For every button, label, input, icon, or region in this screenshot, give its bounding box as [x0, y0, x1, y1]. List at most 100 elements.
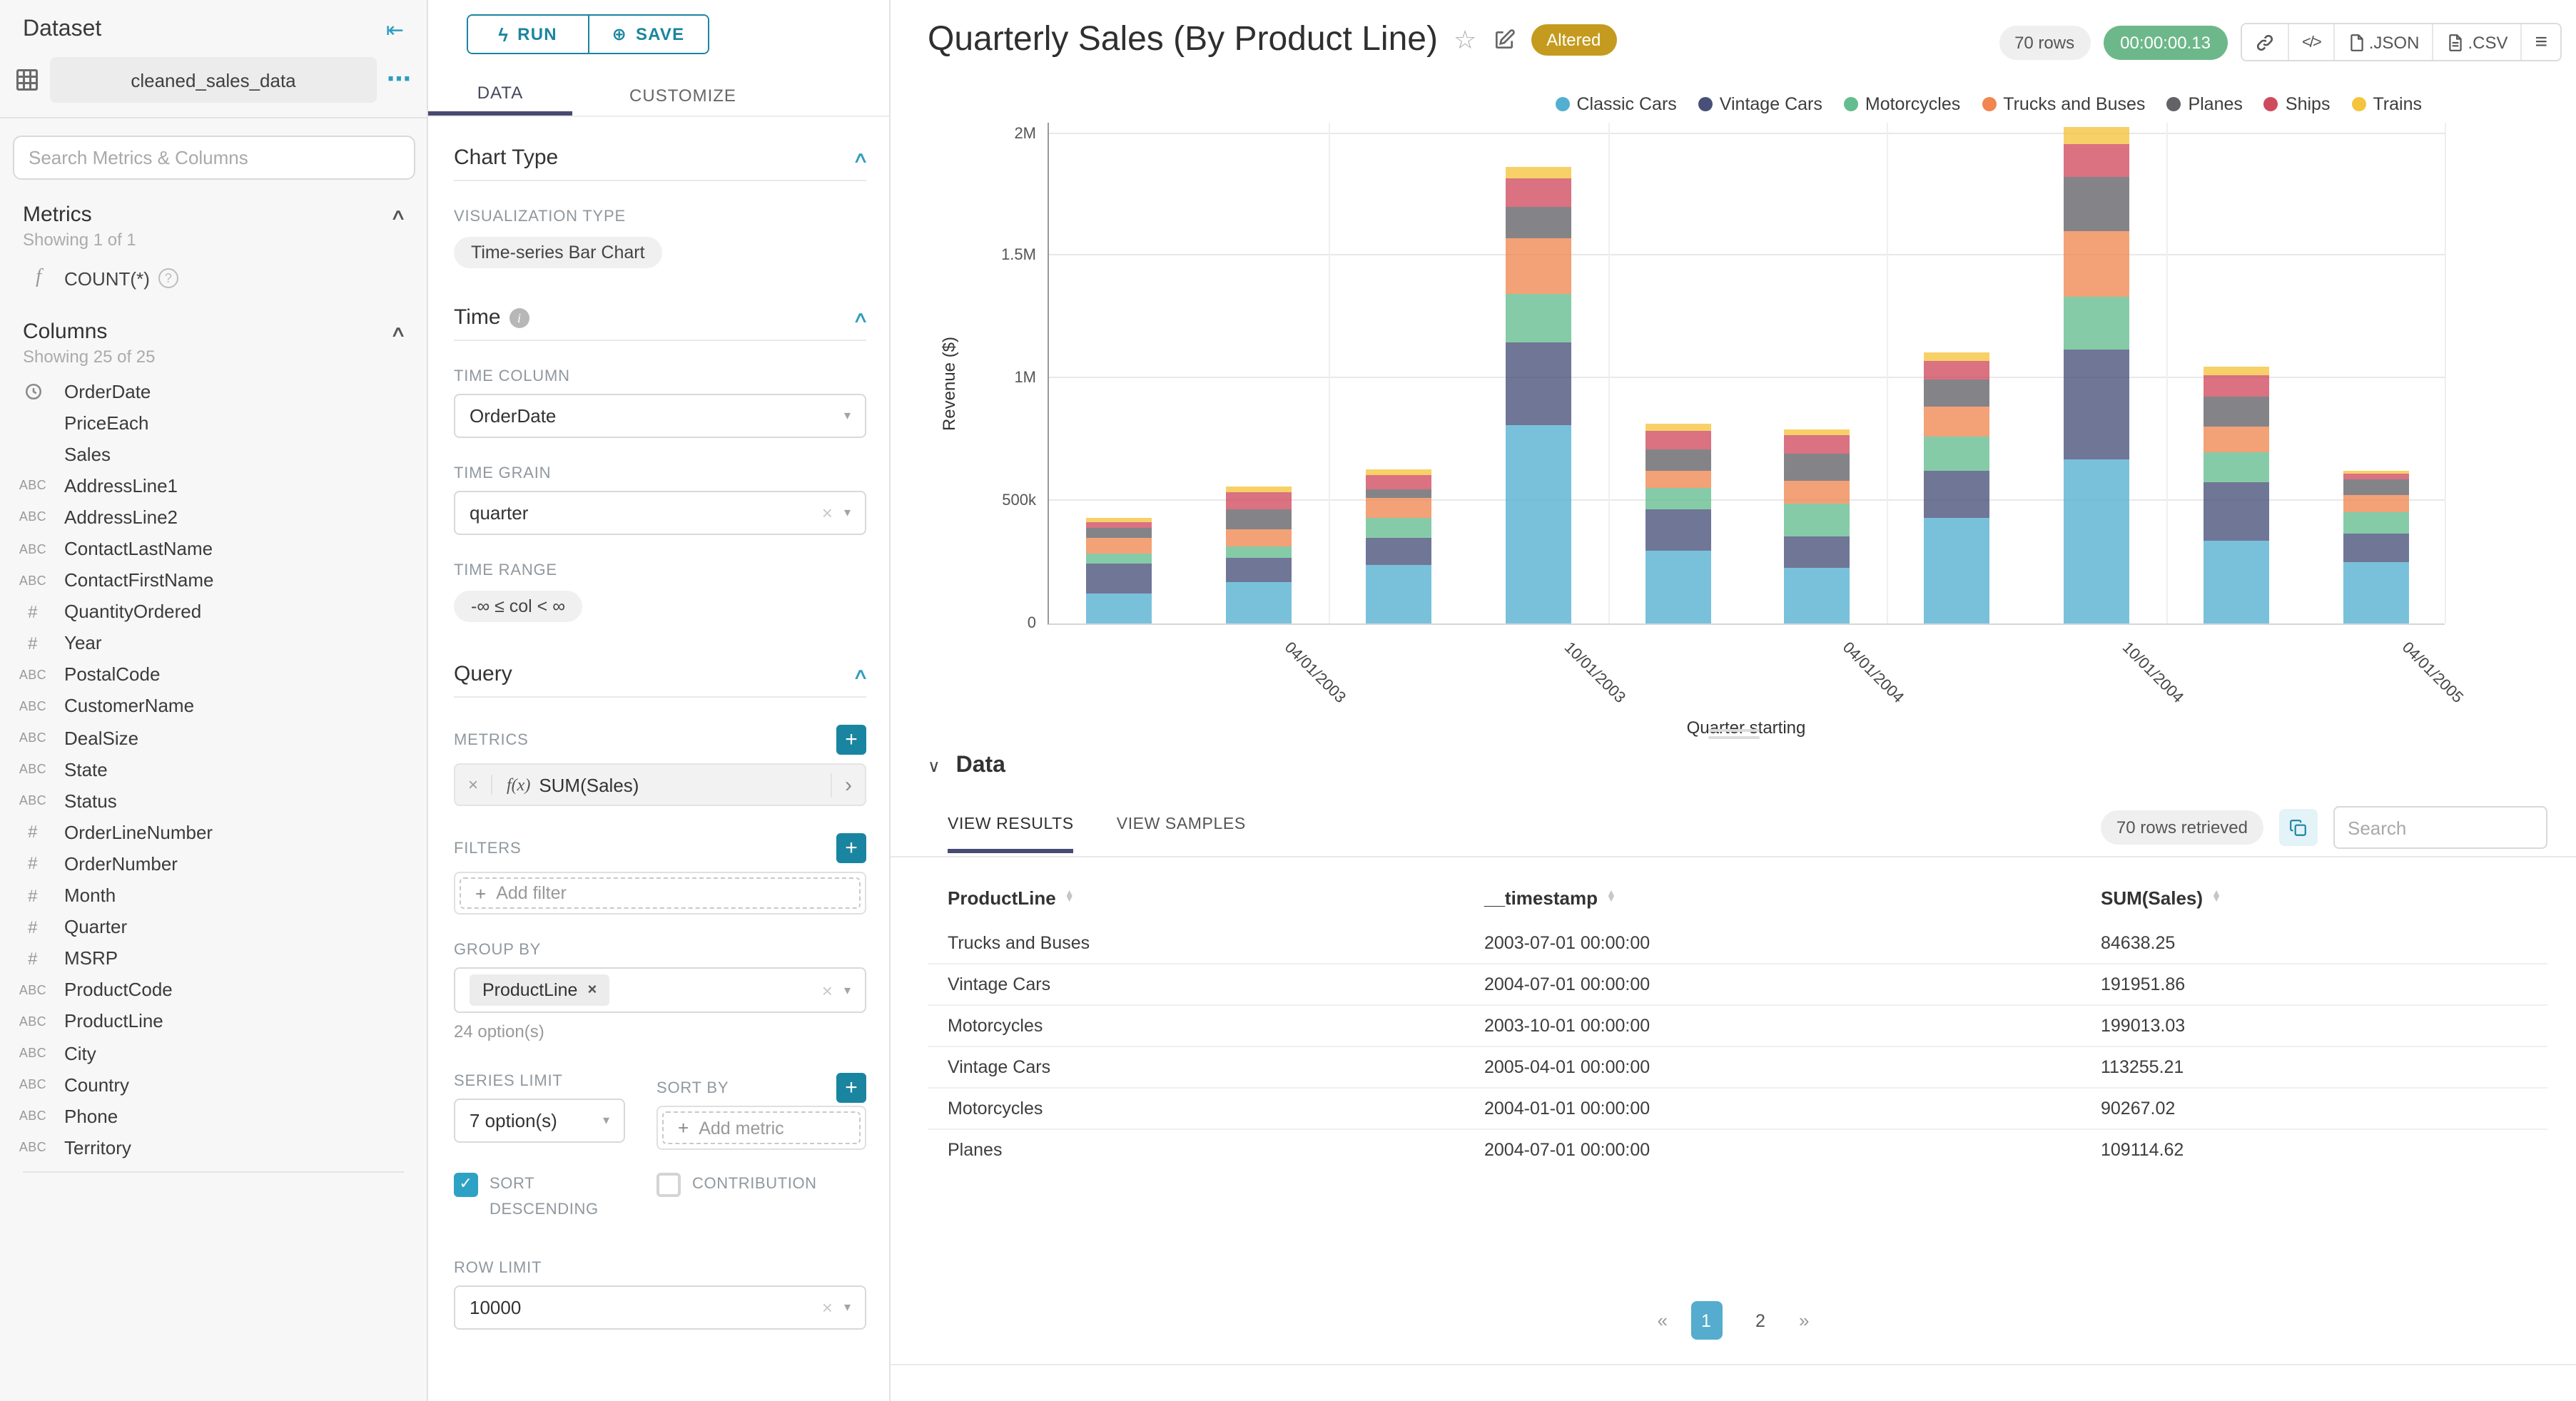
bar-stack[interactable]	[1645, 121, 1711, 623]
bar-stack[interactable]	[1784, 121, 1850, 623]
column-item[interactable]: ABC ProductCode	[0, 974, 427, 1006]
bar-segment[interactable]	[1645, 509, 1711, 551]
chart-title[interactable]: Quarterly Sales (By Product Line)	[928, 20, 1438, 60]
bar-segment[interactable]	[1505, 238, 1571, 294]
bar-segment[interactable]	[1505, 342, 1571, 426]
metric-chip[interactable]: × f(x) SUM(Sales) ›	[454, 763, 866, 806]
column-item[interactable]: PriceEach	[0, 407, 427, 438]
column-item[interactable]: OrderDate	[0, 375, 427, 407]
bar-segment[interactable]	[2343, 511, 2410, 534]
column-item[interactable]: # MSRP	[0, 942, 427, 974]
bar-segment[interactable]	[1645, 487, 1711, 510]
bar-segment[interactable]	[1225, 558, 1292, 583]
bar-segment[interactable]	[2064, 459, 2130, 623]
add-filter-button[interactable]: +	[836, 833, 866, 863]
bar-segment[interactable]	[1365, 469, 1431, 475]
bar-segment[interactable]	[1365, 537, 1431, 566]
viz-type-value[interactable]: Time-series Bar Chart	[454, 237, 662, 268]
bar-segment[interactable]	[2064, 231, 2130, 297]
bar-segment[interactable]	[1085, 521, 1152, 529]
sort-descending-option[interactable]: ✓ SORT DESCENDING	[454, 1173, 625, 1223]
column-item[interactable]: ABC Phone	[0, 1100, 427, 1131]
table-row[interactable]: Vintage Cars 2005-04-01 00:00:00 113255.21	[928, 1046, 2547, 1087]
table-row[interactable]: Trucks and Buses 2003-07-01 00:00:00 84638…	[928, 922, 2547, 963]
column-item[interactable]: # QuantityOrdered	[0, 596, 427, 627]
data-panel-header[interactable]: ∨ Data	[928, 753, 1005, 779]
column-item[interactable]: # Year	[0, 628, 427, 659]
bar-segment[interactable]	[1505, 207, 1571, 239]
add-filter-dropzone[interactable]: + Add filter	[460, 877, 861, 909]
bar-segment[interactable]	[1085, 593, 1152, 623]
bar-segment[interactable]	[2343, 470, 2410, 474]
remove-metric-icon[interactable]: ×	[455, 775, 492, 795]
bar-segment[interactable]	[1505, 178, 1571, 208]
table-row[interactable]: Vintage Cars 2004-07-01 00:00:00 191951.86	[928, 963, 2547, 1004]
bar-segment[interactable]	[1924, 379, 1990, 407]
run-button[interactable]: ϟ RUN	[468, 16, 589, 53]
bar-segment[interactable]	[2204, 397, 2270, 427]
bar-stack[interactable]	[1085, 121, 1152, 623]
pagination-prev[interactable]: «	[1658, 1310, 1668, 1331]
pagination-page-1[interactable]: 1	[1690, 1301, 1722, 1340]
column-header[interactable]: ProductLine ▲ ▼	[948, 887, 1484, 908]
bar-segment[interactable]	[2064, 177, 2130, 232]
add-metric-button[interactable]: +	[836, 725, 866, 755]
bar-segment[interactable]	[2204, 427, 2270, 452]
embed-code-button[interactable]: </>	[2288, 24, 2335, 60]
table-row[interactable]: Motorcycles 2003-10-01 00:00:00 199013.03	[928, 1004, 2547, 1046]
bar-segment[interactable]	[1645, 550, 1711, 623]
column-item[interactable]: ABC City	[0, 1037, 427, 1069]
column-item[interactable]: ABC PostalCode	[0, 659, 427, 691]
bar-segment[interactable]	[1085, 554, 1152, 564]
tab-view-results[interactable]: VIEW RESULTS	[948, 816, 1074, 853]
altered-badge[interactable]: Altered	[1531, 24, 1617, 56]
clear-icon[interactable]: ×	[822, 502, 833, 524]
bar-segment[interactable]	[1784, 435, 1850, 454]
column-item[interactable]: ABC ProductLine	[0, 1006, 427, 1037]
column-item[interactable]: # Month	[0, 880, 427, 911]
tab-view-samples[interactable]: VIEW SAMPLES	[1117, 816, 1246, 853]
bar-segment[interactable]	[2064, 296, 2130, 350]
clear-icon[interactable]: ×	[822, 1297, 833, 1318]
bar-segment[interactable]	[1225, 582, 1292, 623]
bar-segment[interactable]	[1085, 528, 1152, 539]
bar-segment[interactable]	[1225, 492, 1292, 510]
time-column-select[interactable]: OrderDate ▾	[454, 394, 866, 438]
time-grain-select[interactable]: quarter × ▾	[454, 491, 866, 535]
column-item[interactable]: ABC CustomerName	[0, 691, 427, 722]
column-item[interactable]: ABC Territory	[0, 1132, 427, 1163]
chevron-right-icon[interactable]: ›	[831, 773, 865, 797]
bar-segment[interactable]	[2204, 482, 2270, 541]
sort-descending-checkbox[interactable]: ✓	[454, 1173, 478, 1197]
bar-segment[interactable]	[1225, 546, 1292, 559]
bar-segment[interactable]	[1225, 509, 1292, 529]
bar-segment[interactable]	[2064, 350, 2130, 459]
menu-icon[interactable]: ≡	[2522, 24, 2560, 60]
pagination-next[interactable]: »	[1799, 1310, 1809, 1331]
column-item[interactable]: ABC AddressLine1	[0, 470, 427, 501]
group-by-chip[interactable]: ProductLine ×	[470, 974, 610, 1006]
bar-segment[interactable]	[1645, 471, 1711, 488]
bar-segment[interactable]	[2204, 367, 2270, 375]
copy-link-button[interactable]	[2241, 24, 2289, 60]
time-range-value[interactable]: -∞ ≤ col < ∞	[454, 591, 583, 622]
column-item[interactable]: Sales	[0, 438, 427, 469]
column-item[interactable]: ABC State	[0, 753, 427, 785]
column-item[interactable]: ABC Country	[0, 1069, 427, 1100]
bar-segment[interactable]	[2343, 479, 2410, 495]
bar-segment[interactable]	[1784, 568, 1850, 623]
bar-stack[interactable]	[1225, 121, 1292, 623]
dataset-name[interactable]: cleaned_sales_data	[50, 57, 377, 103]
save-button[interactable]: ⊕ SAVE	[589, 16, 708, 53]
add-sort-metric-button[interactable]: +	[836, 1073, 866, 1103]
bar-segment[interactable]	[1085, 564, 1152, 593]
column-item[interactable]: ABC DealSize	[0, 722, 427, 753]
bar-stack[interactable]	[2064, 121, 2130, 623]
bar-segment[interactable]	[1784, 454, 1850, 482]
column-header[interactable]: __timestamp ▲ ▼	[1484, 887, 2101, 908]
column-item[interactable]: ABC ContactFirstName	[0, 564, 427, 596]
edit-icon[interactable]	[1492, 29, 1515, 51]
column-item[interactable]: # Quarter	[0, 911, 427, 942]
bar-segment[interactable]	[1365, 489, 1431, 498]
pagination-page-2[interactable]: 2	[1745, 1301, 1776, 1340]
